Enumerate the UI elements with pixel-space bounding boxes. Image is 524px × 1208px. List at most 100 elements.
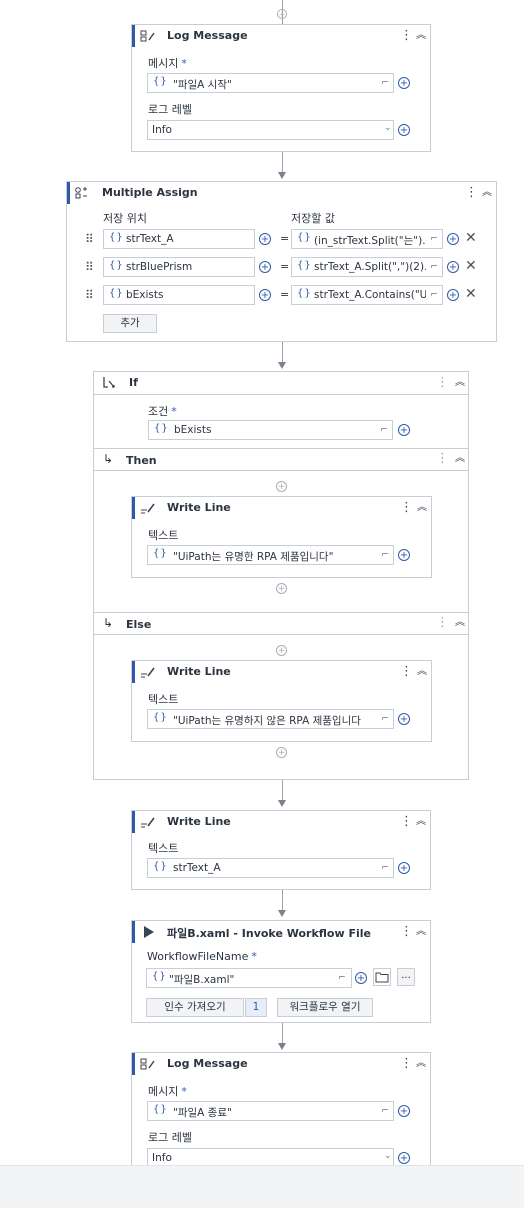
- import-arguments-button[interactable]: 인수 가져오기: [146, 998, 244, 1017]
- message-input[interactable]: {} "파일A 종료" ⌐: [147, 1101, 394, 1121]
- more-menu-icon[interactable]: ⋮: [436, 615, 449, 631]
- collapse-icon[interactable]: ︽: [481, 185, 493, 201]
- add-variable-icon[interactable]: +: [398, 713, 410, 725]
- expand-editor-icon[interactable]: ⌐: [429, 233, 439, 245]
- assign-target-input[interactable]: {} strBluePrism: [103, 257, 255, 277]
- write-line-icon: [140, 501, 156, 515]
- text-input[interactable]: {} strText_A ⌐: [147, 858, 394, 878]
- more-menu-icon[interactable]: ⋮: [436, 375, 449, 391]
- collapse-icon[interactable]: ︽: [416, 664, 428, 680]
- add-variable-icon[interactable]: +: [398, 424, 410, 436]
- more-menu-icon[interactable]: ⋮: [436, 451, 449, 467]
- write-line-card-else[interactable]: Write Line ⋮ ︽ 텍스트 {} "UiPath는 유명하지 않은 R…: [131, 660, 432, 742]
- text-input[interactable]: {} "UiPath는 유명한 RPA 제품입니다" ⌐: [147, 545, 394, 565]
- collapse-icon[interactable]: ︽: [454, 615, 466, 631]
- more-menu-icon[interactable]: ⋮: [400, 924, 413, 940]
- log-level-select[interactable]: Info ⌄: [147, 120, 394, 140]
- expand-editor-icon[interactable]: ⌐: [380, 1105, 390, 1117]
- collapse-icon[interactable]: ︽: [416, 500, 428, 516]
- add-variable-icon[interactable]: +: [355, 972, 367, 984]
- more-menu-icon[interactable]: ⋮: [400, 814, 413, 830]
- connector: [282, 152, 283, 172]
- assign-target-input[interactable]: {} bExists: [103, 285, 255, 305]
- insert-activity-icon[interactable]: +: [276, 645, 287, 656]
- write-line-icon: [140, 665, 156, 679]
- add-variable-icon[interactable]: +: [259, 289, 271, 301]
- add-variable-icon[interactable]: +: [398, 549, 410, 561]
- invoke-workflow-card[interactable]: 파일B.xaml - Invoke Workflow File ⋮ ︽ Work…: [131, 920, 431, 1023]
- add-variable-icon[interactable]: +: [398, 124, 410, 136]
- more-menu-icon[interactable]: ⋮: [400, 28, 413, 44]
- expression-icon: {}: [297, 232, 312, 243]
- drag-handle-icon[interactable]: ⠿: [85, 261, 94, 273]
- card-header[interactable]: Write Line ⋮ ︽: [132, 661, 431, 683]
- add-assignment-button[interactable]: 추가: [103, 314, 157, 333]
- card-header[interactable]: Write Line ⋮ ︽: [132, 811, 430, 833]
- insert-activity-icon[interactable]: +: [276, 747, 287, 758]
- expand-editor-icon[interactable]: ⌐: [379, 424, 389, 436]
- add-variable-icon[interactable]: +: [398, 1105, 410, 1117]
- collapse-icon[interactable]: ︽: [415, 28, 427, 44]
- card-header[interactable]: Write Line ⋮ ︽: [132, 497, 431, 519]
- value-column-header: 저장할 값: [291, 212, 335, 225]
- collapse-icon[interactable]: ︽: [454, 451, 466, 467]
- card-header[interactable]: Log Message ⋮ ︽: [132, 1053, 430, 1075]
- add-variable-icon[interactable]: +: [447, 233, 459, 245]
- add-variable-icon[interactable]: +: [447, 261, 459, 273]
- expand-editor-icon[interactable]: ⌐: [429, 289, 439, 301]
- card-header[interactable]: Multiple Assign ⋮ ︽: [67, 182, 496, 204]
- insert-activity-icon[interactable]: +: [276, 583, 287, 594]
- log-message-card-1[interactable]: Log Message ⋮ ︽ 메시지 * {} "파일A 시작" ⌐ + 로그 …: [131, 24, 431, 152]
- text-label: 텍스트: [148, 842, 179, 855]
- add-variable-icon[interactable]: +: [398, 862, 410, 874]
- remove-row-icon[interactable]: ✕: [465, 231, 477, 245]
- open-workflow-button[interactable]: 워크플로우 열기: [277, 998, 373, 1017]
- collapse-icon[interactable]: ︽: [415, 1056, 427, 1072]
- assign-target-input[interactable]: {} strText_A: [103, 229, 255, 249]
- assign-value-input[interactable]: {} strText_A.Contains("U ⌐: [291, 285, 443, 305]
- remove-row-icon[interactable]: ✕: [465, 259, 477, 273]
- collapse-icon[interactable]: ︽: [415, 924, 427, 940]
- browse-folder-button[interactable]: [373, 968, 391, 986]
- text-input[interactable]: {} "UiPath는 유명하지 않은 RPA 제품입니다 ⌐: [147, 709, 394, 729]
- card-header[interactable]: If ⋮ ︽: [94, 372, 468, 394]
- more-menu-icon[interactable]: ⋮: [465, 185, 478, 201]
- more-options-button[interactable]: ...: [397, 968, 415, 986]
- condition-input[interactable]: {} bExists ⌐: [148, 420, 393, 440]
- add-variable-icon[interactable]: +: [398, 77, 410, 89]
- connector: [282, 342, 283, 362]
- write-line-card[interactable]: Write Line ⋮ ︽ 텍스트 {} strText_A ⌐ +: [131, 810, 431, 890]
- expand-editor-icon[interactable]: ⌐: [380, 862, 390, 874]
- dropdown-chevron-icon: ⌄: [384, 1151, 392, 1161]
- card-header[interactable]: Log Message ⋮ ︽: [132, 25, 430, 47]
- more-menu-icon[interactable]: ⋮: [400, 664, 413, 680]
- add-variable-icon[interactable]: +: [447, 289, 459, 301]
- remove-row-icon[interactable]: ✕: [465, 287, 477, 301]
- message-input[interactable]: {} "파일A 시작" ⌐: [147, 73, 394, 93]
- add-variable-icon[interactable]: +: [259, 233, 271, 245]
- workflow-file-input[interactable]: {} "파일B.xaml" ⌐: [146, 968, 352, 988]
- drag-handle-icon[interactable]: ⠿: [85, 289, 94, 301]
- card-header[interactable]: 파일B.xaml - Invoke Workflow File ⋮ ︽: [132, 921, 430, 943]
- assign-value-input[interactable]: {} (in_strText.Split("는").l ⌐: [291, 229, 443, 249]
- write-line-card-then[interactable]: Write Line ⋮ ︽ 텍스트 {} "UiPath는 유명한 RPA 제…: [131, 496, 432, 578]
- more-menu-icon[interactable]: ⋮: [400, 1056, 413, 1072]
- collapse-icon[interactable]: ︽: [454, 375, 466, 391]
- collapse-icon[interactable]: ︽: [415, 814, 427, 830]
- insert-activity-icon[interactable]: +: [277, 9, 287, 19]
- log-message-card-2[interactable]: Log Message ⋮ ︽ 메시지 * {} "파일A 종료" ⌐ + 로그 …: [131, 1052, 431, 1180]
- drag-handle-icon[interactable]: ⠿: [85, 233, 94, 245]
- insert-activity-icon[interactable]: +: [276, 481, 287, 492]
- add-variable-icon[interactable]: +: [259, 261, 271, 273]
- add-variable-icon[interactable]: +: [398, 1152, 410, 1164]
- expand-editor-icon[interactable]: ⌐: [380, 549, 390, 561]
- expand-editor-icon[interactable]: ⌐: [429, 261, 439, 273]
- if-card[interactable]: If ⋮ ︽ 조건 * {} bExists ⌐ + ↳ Then ⋮ ︽ + W…: [93, 371, 469, 780]
- expand-editor-icon[interactable]: ⌐: [380, 77, 390, 89]
- expand-editor-icon[interactable]: ⌐: [380, 713, 390, 725]
- text-label: 텍스트: [148, 529, 179, 542]
- multiple-assign-card[interactable]: Multiple Assign ⋮ ︽ 저장 위치 저장할 값 ⠿ {} str…: [66, 181, 497, 342]
- more-menu-icon[interactable]: ⋮: [400, 500, 413, 516]
- assign-value-input[interactable]: {} strText_A.Split(",")(2).1 ⌐: [291, 257, 443, 277]
- expand-editor-icon[interactable]: ⌐: [337, 972, 347, 984]
